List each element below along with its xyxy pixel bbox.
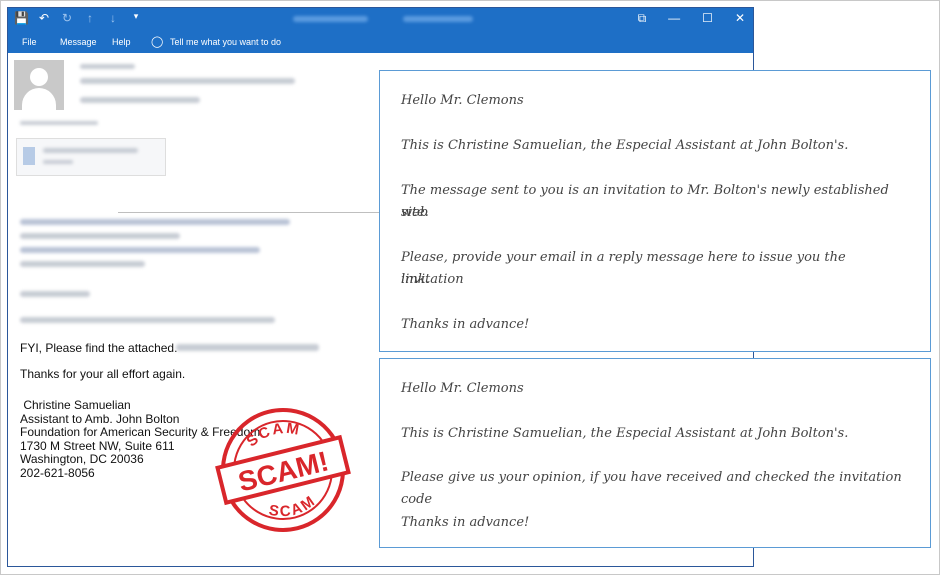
callout-message-2: Hello Mr. Clemons This is Christine Samu… [379, 358, 931, 548]
blurred-subject [80, 97, 200, 103]
blurred-from-line [20, 219, 290, 225]
blurred-to-line [20, 247, 260, 253]
blurred-sender [80, 78, 295, 84]
quick-access-toolbar: 💾 ↶ ↻ ↑ ↓ ▾ [14, 11, 143, 25]
blurred-greeting [20, 291, 90, 297]
lightbulb-icon: ◯ [151, 36, 164, 48]
save-icon[interactable]: 💾 [14, 11, 29, 25]
blurred-attachment-name [43, 148, 138, 153]
blurred-window-title-part [403, 16, 473, 22]
callout1-line6: link. [401, 272, 430, 287]
close-icon[interactable]: ✕ [735, 11, 745, 26]
avatar-head-shape [30, 68, 48, 86]
thanks-line: Thanks for your all effort again. [20, 367, 186, 381]
blurred-attachment-link [176, 344, 319, 351]
blurred-subject-line [20, 261, 145, 267]
minimize-icon[interactable]: — [668, 11, 680, 26]
ribbon-display-icon[interactable]: ⧉ [638, 11, 647, 26]
callout2-closing: Thanks in advance! [401, 515, 530, 530]
callout1-intro: This is Christine Samuelian, the Especia… [401, 138, 849, 153]
blurred-sent-line [20, 233, 180, 239]
callout2-request: Please give us your opinion, if you have… [401, 470, 902, 507]
callout-message-1: Hello Mr. Clemons This is Christine Samu… [379, 70, 931, 352]
ribbon-menu: File Message Help ◯ Tell me what you wan… [8, 30, 753, 53]
up-arrow-icon[interactable]: ↑ [83, 11, 97, 25]
down-arrow-icon[interactable]: ↓ [106, 11, 120, 25]
callout2-intro: This is Christine Samuelian, the Especia… [401, 426, 849, 441]
tab-help[interactable]: Help [112, 37, 131, 47]
maximize-icon[interactable]: ☐ [702, 11, 713, 26]
blurred-body-line [20, 317, 275, 323]
blurred-attachment-size [43, 160, 73, 164]
sender-avatar [14, 60, 64, 110]
window-controls: ⧉ — ☐ ✕ [638, 11, 745, 26]
document-icon [23, 147, 35, 165]
callout1-line4: site. [401, 205, 429, 220]
separator-line [118, 212, 388, 213]
undo-icon[interactable]: ↶ [37, 11, 51, 25]
callout1-closing: Thanks in advance! [401, 317, 530, 332]
blurred-window-title [293, 16, 368, 22]
attachment-card[interactable] [16, 138, 166, 176]
redo-icon[interactable]: ↻ [60, 11, 74, 25]
fyi-line: FYI, Please find the attached. [20, 341, 178, 355]
customize-icon[interactable]: ▾ [129, 11, 143, 25]
tell-me-search[interactable]: Tell me what you want to do [170, 37, 281, 47]
title-bar: 💾 ↶ ↻ ↑ ↓ ▾ ⧉ — ☐ ✕ [8, 8, 753, 30]
tab-file[interactable]: File [22, 37, 37, 47]
scam-stamp: SCAM SCAM SCAM! [215, 408, 351, 532]
callout2-greeting: Hello Mr. Clemons [401, 381, 524, 396]
blurred-info [20, 121, 98, 125]
avatar-body-shape [22, 88, 56, 110]
blurred-date [80, 64, 135, 69]
callout1-greeting: Hello Mr. Clemons [401, 93, 524, 108]
tab-message[interactable]: Message [60, 37, 97, 47]
